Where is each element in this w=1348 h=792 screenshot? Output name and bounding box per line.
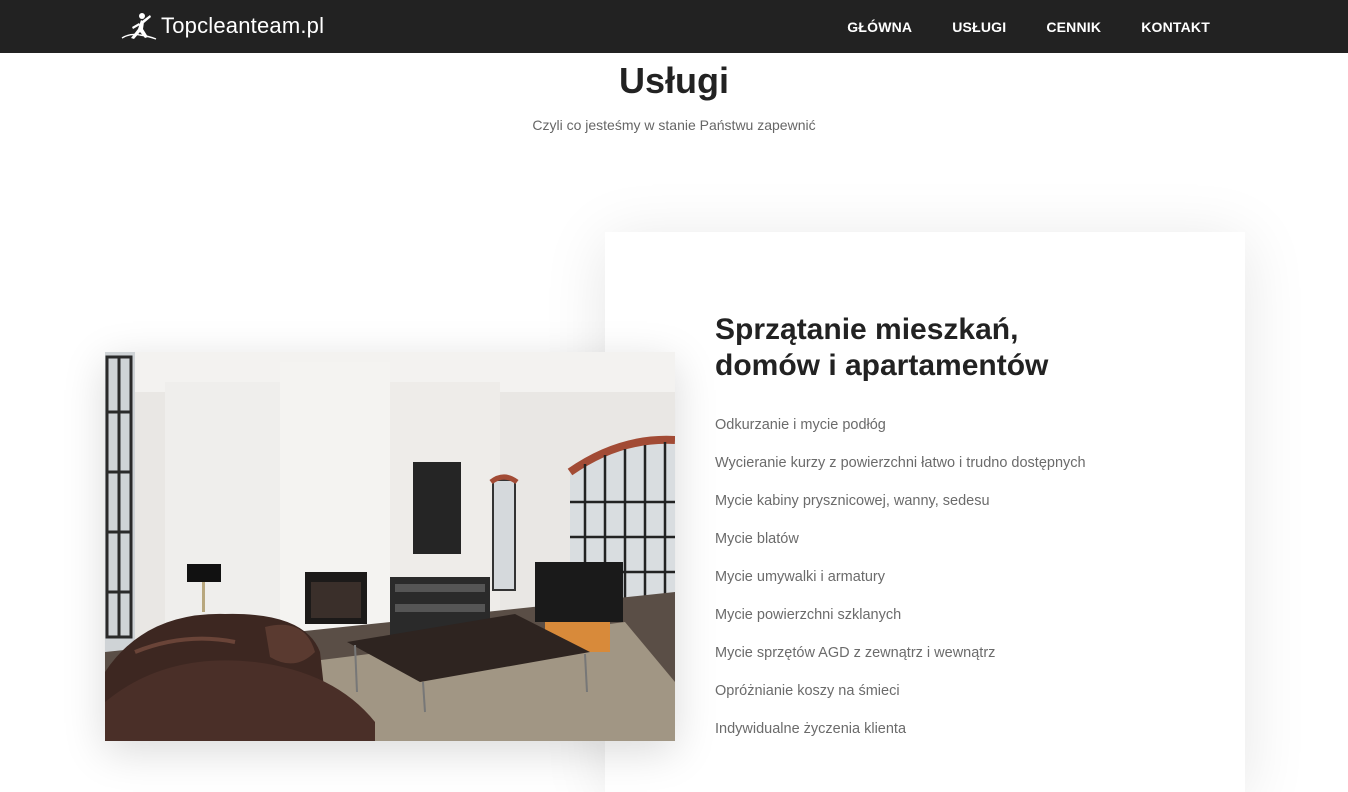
brand-name: Topcleanteam.pl	[161, 13, 325, 38]
service-item: Mycie kabiny prysznicowej, wanny, sedesu	[715, 493, 990, 509]
service-card-title-line-1: Sprzątanie mieszkań,	[715, 313, 1019, 346]
nav-link-glowna[interactable]: GŁÓWNA	[847, 19, 912, 35]
nav-link-kontakt[interactable]: KONTAKT	[1141, 19, 1210, 35]
nav-link-cennik[interactable]: CENNIK	[1046, 19, 1101, 35]
apartment-interior-photo	[105, 352, 675, 741]
service-card: Sprzątanie mieszkań, domów i apartamentó…	[605, 232, 1245, 792]
service-card-title-line-2: domów i apartamentów	[715, 349, 1049, 382]
service-item: Wycieranie kurzy z powierzchni łatwo i t…	[715, 455, 1086, 471]
service-item: Mycie sprzętów AGD z zewnątrz i wewnątrz	[715, 645, 996, 661]
cleaning-person-logo-icon	[120, 11, 158, 41]
section-title: Usługi	[618, 60, 729, 101]
service-item: Odkurzanie i mycie podłóg	[715, 417, 886, 433]
service-item: Mycie blatów	[715, 531, 799, 547]
top-navbar: Topcleanteam.pl GŁÓWNA USŁUGI CENNIK KON…	[0, 0, 1348, 53]
service-list: Odkurzanie i mycie podłóg Wycieranie kur…	[715, 415, 1086, 757]
brand-logo-link[interactable]: Topcleanteam.pl	[120, 10, 324, 42]
service-item: Indywidualne życzenia klienta	[715, 721, 907, 737]
service-card-title: Sprzątanie mieszkań, domów i apartamentó…	[715, 312, 1175, 384]
main-nav: GŁÓWNA USŁUGI CENNIK KONTAKT	[807, 0, 1210, 53]
nav-link-uslugi[interactable]: USŁUGI	[952, 19, 1006, 35]
section-subtitle: Czyli co jesteśmy w stanie Państwu zapew…	[532, 117, 816, 133]
service-item: Mycie powierzchni szklanych	[715, 607, 902, 623]
service-item: Opróżnianie koszy na śmieci	[715, 683, 900, 699]
service-item: Mycie umywalki i armatury	[715, 569, 885, 585]
